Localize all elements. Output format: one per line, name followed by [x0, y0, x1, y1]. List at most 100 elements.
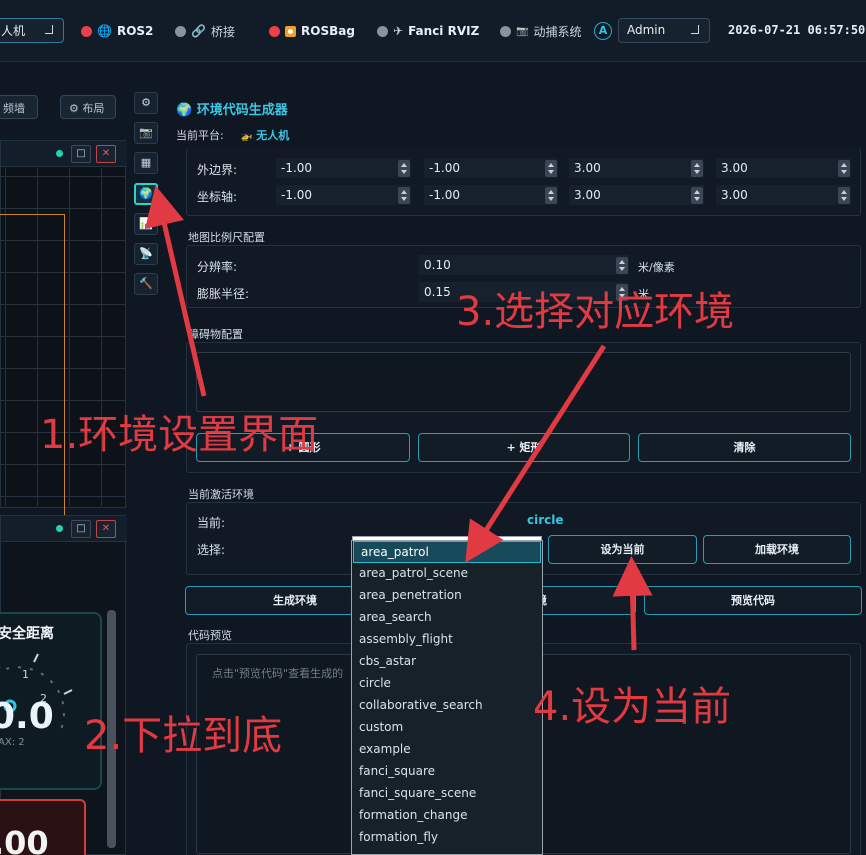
dropdown-option[interactable]: area_search [352, 607, 542, 629]
env-dropdown-list[interactable]: area_patrol area_patrol_scene area_penet… [351, 540, 543, 855]
gauge-max: AX: 2 [0, 737, 25, 748]
dropdown-caret-icon [691, 25, 699, 34]
map-panel-header: □ ✕ [1, 141, 127, 167]
axis-xmax-input[interactable]: 3.00 [569, 185, 704, 205]
outer-ymax-input[interactable]: 3.00 [716, 158, 851, 178]
maximize-icon[interactable]: □ [71, 520, 91, 538]
platform-value: 🚁 无人机 [240, 127, 289, 143]
resolution-input[interactable]: 0.10 [419, 255, 629, 275]
dropdown-option[interactable]: fanci_square [352, 761, 542, 783]
status-bridge[interactable]: 🔗 桥接 [175, 22, 235, 40]
clear-button[interactable]: 清除 [638, 433, 851, 462]
camera-icon[interactable]: 📷 [134, 122, 158, 144]
outer-xmax-value: 3.00 [574, 161, 601, 175]
close-icon[interactable]: ✕ [96, 520, 116, 538]
status-rosbag[interactable]: ROSBag [269, 22, 355, 40]
axis-xmax-value: 3.00 [574, 188, 601, 202]
annotation-step4: 4.设为当前 [533, 684, 732, 730]
dropdown-option[interactable]: collaborative_search [352, 695, 542, 717]
close-icon[interactable]: ✕ [96, 145, 116, 163]
axis-xmin-value: -1.00 [281, 188, 313, 202]
current-env-value: circle [527, 513, 564, 527]
page-title: 🌍 环境代码生成器 [176, 99, 288, 118]
vehicle-select-value: 人机 [1, 24, 26, 38]
code-preview-placeholder: 点击"预览代码"查看生成的 [212, 667, 344, 680]
inflation-value: 0.15 [424, 285, 451, 299]
datetime: 2026-07-21 06:57:50 [728, 23, 866, 37]
user-select[interactable]: Admin [618, 18, 710, 43]
set-current-button[interactable]: 设为当前 [548, 535, 697, 564]
dropdown-option[interactable]: area_patrol_scene [352, 563, 542, 585]
preview-code-button[interactable]: 预览代码 [644, 586, 862, 615]
axis-ymax-input[interactable]: 3.00 [716, 185, 851, 205]
axis-label: 坐标轴: [197, 190, 238, 204]
camera-icon: 📷 [516, 25, 529, 37]
gear-icon[interactable]: ⚙ [134, 92, 158, 114]
page-title-text: 环境代码生成器 [196, 103, 288, 118]
spin-arrows-icon[interactable] [838, 160, 850, 177]
platform-label: 当前平台: [176, 129, 224, 142]
spin-arrows-icon[interactable] [398, 187, 410, 204]
spin-arrows-icon[interactable] [691, 187, 703, 204]
status-ros2-label: ROS2 [116, 24, 154, 38]
outer-ymin-input[interactable]: -1.00 [424, 158, 558, 178]
axis-ymin-value: -1.00 [429, 188, 461, 202]
dropdown-option[interactable]: custom [352, 717, 542, 739]
spin-arrows-icon[interactable] [545, 160, 557, 177]
maximize-icon[interactable]: □ [71, 145, 91, 163]
inflation-label: 膨胀半径: [197, 287, 250, 301]
outer-ymin-value: -1.00 [429, 161, 461, 175]
top-bar: 人机 🌐 ROS2 🔗 桥接 ROSBag ✈ Fanci RVIZ 📷 动捕系… [0, 0, 866, 62]
annotation-step3: 3.选择对应环境 [456, 289, 735, 335]
outer-xmax-input[interactable]: 3.00 [569, 158, 704, 178]
axis-xmin-input[interactable]: -1.00 [276, 185, 411, 205]
add-rect-button[interactable]: + 矩形 [418, 433, 630, 462]
avatar[interactable]: A [594, 22, 612, 40]
spin-arrows-icon[interactable] [616, 257, 628, 274]
left-toolbar: 频墙 ⚙ 布局 [0, 88, 128, 126]
hammer-icon[interactable]: 🔨 [134, 273, 158, 295]
boundary-rect [0, 214, 65, 516]
status-ros2[interactable]: 🌐 ROS2 [81, 22, 153, 40]
scale-section-title: 地图比例尺配置 [188, 231, 265, 244]
gauge-value: 0.0 [0, 696, 54, 737]
axis-ymax-value: 3.00 [721, 188, 748, 202]
spin-arrows-icon[interactable] [398, 160, 410, 177]
load-env-button[interactable]: 加载环境 [703, 535, 851, 564]
dropdown-option[interactable]: assembly_flight [352, 629, 542, 651]
dropdown-option[interactable]: cbs_astar [352, 651, 542, 673]
dropdown-option[interactable]: circle [352, 673, 542, 695]
user-select-value: Admin [627, 23, 666, 37]
satellite-icon[interactable]: 📡 [134, 243, 158, 265]
status-panel-header: □ ✕ [1, 516, 127, 542]
resolution-value: 0.10 [424, 258, 451, 272]
spin-arrows-icon[interactable] [545, 187, 557, 204]
globe-icon: 🌍 [176, 103, 193, 118]
chart-icon[interactable]: 📊 [134, 213, 158, 235]
dropdown-option[interactable]: formation_fly [352, 827, 542, 849]
status-mocap[interactable]: 📷 动捕系统 [500, 22, 581, 40]
drone-icon: 🚁 [240, 131, 253, 142]
annotation-step2: 2.下拉到底 [84, 713, 283, 759]
axis-ymin-input[interactable]: -1.00 [424, 185, 558, 205]
outer-xmin-value: -1.00 [281, 161, 313, 175]
vehicle-select[interactable]: 人机 [0, 18, 64, 43]
spin-arrows-icon[interactable] [691, 160, 703, 177]
dropdown-option[interactable]: area_penetration [352, 585, 542, 607]
calculator-icon[interactable]: ▦ [134, 152, 158, 174]
video-wall-button[interactable]: 频墙 [0, 95, 38, 119]
dropdown-option[interactable]: example [352, 739, 542, 761]
globe-icon[interactable]: 🌍 [134, 183, 158, 205]
dropdown-option[interactable]: formation_change [352, 805, 542, 827]
tool-icon-column: ⚙ 📷 ▦ 🌍 📊 📡 🔨 [134, 92, 160, 302]
platform-value-text: 无人机 [256, 129, 290, 142]
annotation-step1: 1.环境设置界面 [40, 412, 319, 458]
dropdown-option[interactable]: area_patrol [353, 541, 541, 563]
dropdown-option[interactable]: fanci_square_scene [352, 783, 542, 805]
outer-xmin-input[interactable]: -1.00 [276, 158, 411, 178]
spin-arrows-icon[interactable] [838, 187, 850, 204]
layout-button[interactable]: ⚙ 布局 [60, 95, 116, 119]
status-dot-gray [377, 25, 388, 37]
select-env-label: 选择: [197, 543, 226, 557]
status-rviz[interactable]: ✈ Fanci RVIZ [377, 22, 479, 40]
